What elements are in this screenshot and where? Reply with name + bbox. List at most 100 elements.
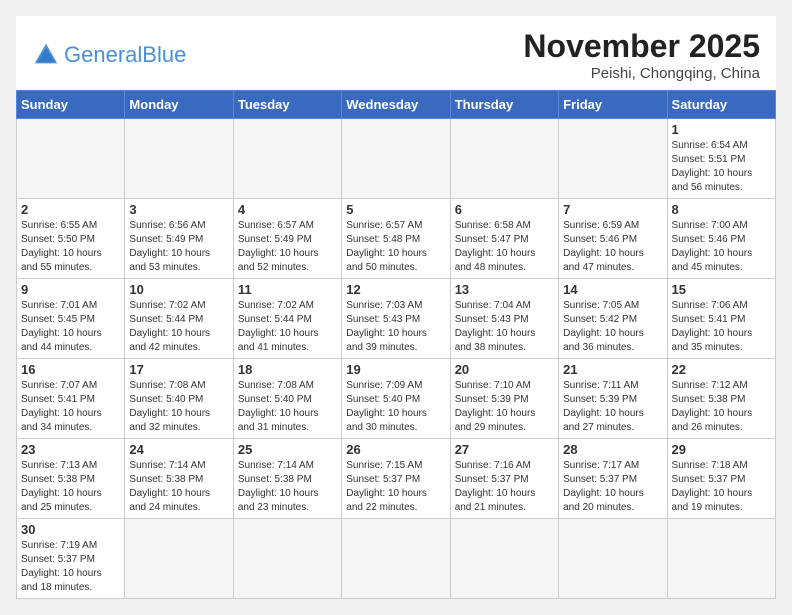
calendar-cell: 3Sunrise: 6:56 AM Sunset: 5:49 PM Daylig… — [125, 199, 233, 279]
calendar-cell — [667, 519, 775, 599]
day-number: 5 — [346, 202, 445, 217]
calendar-cell: 25Sunrise: 7:14 AM Sunset: 5:38 PM Dayli… — [233, 439, 341, 519]
calendar-cell: 24Sunrise: 7:14 AM Sunset: 5:38 PM Dayli… — [125, 439, 233, 519]
day-number: 10 — [129, 282, 228, 297]
calendar-cell: 26Sunrise: 7:15 AM Sunset: 5:37 PM Dayli… — [342, 439, 450, 519]
calendar-cell: 4 Sunrise: 6:57 AM Sunset: 5:49 PM Daylig… — [233, 199, 341, 279]
calendar-cell: 28 Sunrise: 7:17 AM Sunset: 5:37 PM Dayli… — [559, 439, 667, 519]
day-number: 6 — [455, 202, 554, 217]
day-number: 3 — [129, 202, 228, 217]
day-number: 17 — [129, 362, 228, 377]
weekday-tuesday: Tuesday — [233, 91, 341, 119]
day-info: Sunrise: 7:12 AM Sunset: 5:38 PM Dayligh… — [672, 379, 771, 435]
day-info: Sunrise: 7:08 AM Sunset: 5:40 PM Dayligh… — [238, 379, 337, 435]
calendar-cell — [559, 519, 667, 599]
day-info: Sunrise: 7:04 AM Sunset: 5:43 PM Dayligh… — [455, 299, 554, 355]
weekday-sunday: Sunday — [17, 91, 125, 119]
calendar-cell: 10 Sunrise: 7:02 AM Sunset: 5:44 PM Dayli… — [125, 279, 233, 359]
calendar-cell: 6 Sunrise: 6:58 AM Sunset: 5:47 PM Daylig… — [450, 199, 558, 279]
day-number: 24 — [129, 442, 228, 457]
day-number: 14 — [563, 282, 662, 297]
day-info: Sunrise: 7:01 AM Sunset: 5:45 PM Dayligh… — [21, 299, 120, 355]
weekday-saturday: Saturday — [667, 91, 775, 119]
day-info: Sunrise: 7:18 AM Sunset: 5:37 PM Dayligh… — [672, 459, 771, 515]
day-number: 22 — [672, 362, 771, 377]
day-info: Sunrise: 7:07 AM Sunset: 5:41 PM Dayligh… — [21, 379, 120, 435]
weekday-wednesday: Wednesday — [342, 91, 450, 119]
week-row-4: 16 Sunrise: 7:07 AM Sunset: 5:41 PM Dayli… — [17, 359, 776, 439]
calendar-cell: 13 Sunrise: 7:04 AM Sunset: 5:43 PM Dayli… — [450, 279, 558, 359]
calendar-cell: 15 Sunrise: 7:06 AM Sunset: 5:41 PM Dayli… — [667, 279, 775, 359]
day-info: Sunrise: 6:58 AM Sunset: 5:47 PM Dayligh… — [455, 219, 554, 275]
calendar-cell — [342, 519, 450, 599]
day-info: Sunrise: 6:57 AM Sunset: 5:48 PM Dayligh… — [346, 219, 445, 275]
day-info: Sunrise: 7:10 AM Sunset: 5:39 PM Dayligh… — [455, 379, 554, 435]
day-number: 20 — [455, 362, 554, 377]
weekday-friday: Friday — [559, 91, 667, 119]
location: Peishi, Chongqing, China — [523, 65, 760, 82]
calendar-cell — [233, 519, 341, 599]
day-number: 28 — [563, 442, 662, 457]
day-number: 16 — [21, 362, 120, 377]
calendar-page: GeneralBlue November 2025 Peishi, Chongq… — [16, 16, 776, 599]
day-info: Sunrise: 6:54 AM Sunset: 5:51 PM Dayligh… — [672, 139, 771, 195]
day-number: 12 — [346, 282, 445, 297]
calendar-cell: 18Sunrise: 7:08 AM Sunset: 5:40 PM Dayli… — [233, 359, 341, 439]
title-block: November 2025 Peishi, Chongqing, China — [523, 28, 760, 82]
calendar-cell: 11 Sunrise: 7:02 AM Sunset: 5:44 PM Dayli… — [233, 279, 341, 359]
day-info: Sunrise: 7:05 AM Sunset: 5:42 PM Dayligh… — [563, 299, 662, 355]
calendar-cell: 21Sunrise: 7:11 AM Sunset: 5:39 PM Dayli… — [559, 359, 667, 439]
day-number: 11 — [238, 282, 337, 297]
week-row-1: 1 Sunrise: 6:54 AM Sunset: 5:51 PM Daylig… — [17, 119, 776, 199]
logo-text: GeneralBlue — [64, 44, 186, 66]
day-number: 9 — [21, 282, 120, 297]
calendar-cell — [125, 119, 233, 199]
calendar-cell: 16 Sunrise: 7:07 AM Sunset: 5:41 PM Dayli… — [17, 359, 125, 439]
calendar-cell: 14 Sunrise: 7:05 AM Sunset: 5:42 PM Dayli… — [559, 279, 667, 359]
day-info: Sunrise: 7:09 AM Sunset: 5:40 PM Dayligh… — [346, 379, 445, 435]
calendar-cell: 27Sunrise: 7:16 AM Sunset: 5:37 PM Dayli… — [450, 439, 558, 519]
calendar-cell: 19 Sunrise: 7:09 AM Sunset: 5:40 PM Dayli… — [342, 359, 450, 439]
calendar-cell: 2 Sunrise: 6:55 AM Sunset: 5:50 PM Daylig… — [17, 199, 125, 279]
page-header: GeneralBlue November 2025 Peishi, Chongq… — [16, 16, 776, 90]
day-info: Sunrise: 7:08 AM Sunset: 5:40 PM Dayligh… — [129, 379, 228, 435]
day-number: 13 — [455, 282, 554, 297]
day-info: Sunrise: 7:17 AM Sunset: 5:37 PM Dayligh… — [563, 459, 662, 515]
day-number: 15 — [672, 282, 771, 297]
day-info: Sunrise: 6:59 AM Sunset: 5:46 PM Dayligh… — [563, 219, 662, 275]
day-info: Sunrise: 6:55 AM Sunset: 5:50 PM Dayligh… — [21, 219, 120, 275]
month-year: November 2025 — [523, 28, 760, 65]
weekday-thursday: Thursday — [450, 91, 558, 119]
day-number: 8 — [672, 202, 771, 217]
day-number: 1 — [672, 122, 771, 137]
calendar-cell: 7 Sunrise: 6:59 AM Sunset: 5:46 PM Daylig… — [559, 199, 667, 279]
calendar-cell — [450, 119, 558, 199]
day-info: Sunrise: 7:14 AM Sunset: 5:38 PM Dayligh… — [238, 459, 337, 515]
day-number: 19 — [346, 362, 445, 377]
weekday-monday: Monday — [125, 91, 233, 119]
calendar-cell — [17, 119, 125, 199]
calendar-cell: 20 Sunrise: 7:10 AM Sunset: 5:39 PM Dayli… — [450, 359, 558, 439]
day-info: Sunrise: 7:02 AM Sunset: 5:44 PM Dayligh… — [238, 299, 337, 355]
logo-general: General — [64, 42, 142, 67]
weekday-header-row: SundayMondayTuesdayWednesdayThursdayFrid… — [17, 91, 776, 119]
day-number: 21 — [563, 362, 662, 377]
day-number: 7 — [563, 202, 662, 217]
day-number: 4 — [238, 202, 337, 217]
logo-blue: Blue — [142, 42, 186, 67]
calendar-cell: 17 Sunrise: 7:08 AM Sunset: 5:40 PM Dayli… — [125, 359, 233, 439]
day-number: 26 — [346, 442, 445, 457]
week-row-6: 30Sunrise: 7:19 AM Sunset: 5:37 PM Dayli… — [17, 519, 776, 599]
day-info: Sunrise: 6:57 AM Sunset: 5:49 PM Dayligh… — [238, 219, 337, 275]
day-info: Sunrise: 7:06 AM Sunset: 5:41 PM Dayligh… — [672, 299, 771, 355]
day-number: 2 — [21, 202, 120, 217]
calendar-cell: 1 Sunrise: 6:54 AM Sunset: 5:51 PM Daylig… — [667, 119, 775, 199]
day-info: Sunrise: 7:02 AM Sunset: 5:44 PM Dayligh… — [129, 299, 228, 355]
week-row-5: 23Sunrise: 7:13 AM Sunset: 5:38 PM Dayli… — [17, 439, 776, 519]
logo: GeneralBlue — [32, 41, 186, 69]
calendar-cell — [450, 519, 558, 599]
calendar-cell: 5 Sunrise: 6:57 AM Sunset: 5:48 PM Daylig… — [342, 199, 450, 279]
day-number: 23 — [21, 442, 120, 457]
day-info: Sunrise: 7:19 AM Sunset: 5:37 PM Dayligh… — [21, 539, 120, 595]
calendar-cell — [559, 119, 667, 199]
